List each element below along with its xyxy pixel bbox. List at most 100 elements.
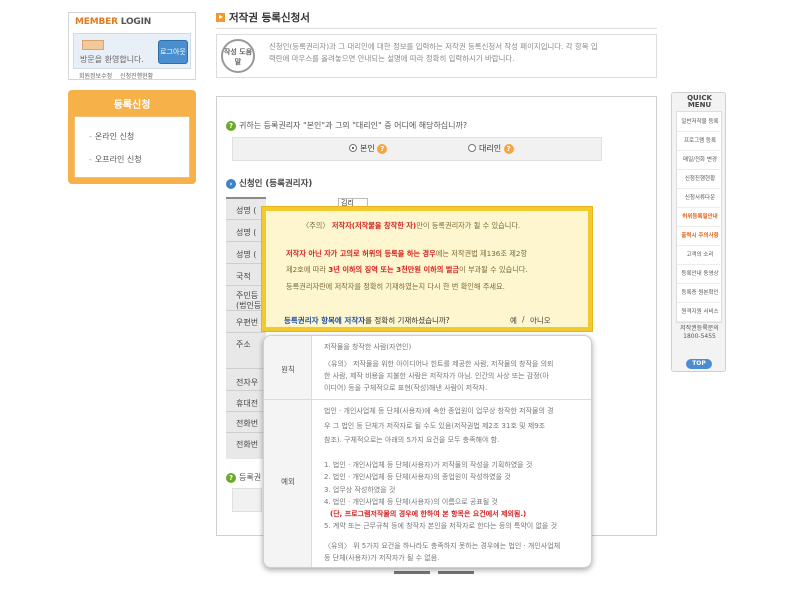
intro-box: 작성 도움말 신청인(등록권리자)과 그 대리인에 대한 정보를 입력하는 저작… <box>216 34 657 78</box>
yes-no-separator: / <box>522 315 525 324</box>
logout-button[interactable]: 로그아웃 <box>158 40 188 64</box>
row-divider <box>226 285 266 286</box>
edit-member-info-link[interactable]: 회원정보수정 <box>79 73 112 80</box>
online-apply-link[interactable]: - 온라인 신청 <box>89 131 134 142</box>
radio-agent[interactable]: 대리인 ? <box>468 143 517 154</box>
member-links: 회원정보수정 신청진행현황 <box>79 71 159 80</box>
form-label-column: 성명 ( 성명 ( 성명 ( 국적 주민등 (법인등 우편번 주소 전자우 휴대… <box>226 197 266 459</box>
apply-menu: 등록신청 - 온라인 신청 - 오프라인 신청 <box>68 90 196 184</box>
registrant-choice-bar <box>232 488 262 512</box>
label-nationality: 국적 <box>236 272 251 281</box>
title-arrow-icon <box>216 13 225 22</box>
question-icon: ? <box>226 121 236 131</box>
author-info-popup: 원칙 예외 저작물을 창작한 사람(자연인) 〈유의〉 저작물을 위한 아이디어… <box>263 335 592 568</box>
exception-line: 5. 계약 또는 근무규칙 등에 창작자 본인을 저작자로 한다는 등의 특약이… <box>324 522 558 530</box>
quick-item-guide-video[interactable]: 등록안내 동영상 <box>677 264 723 284</box>
label-address: 주소 <box>236 340 251 349</box>
info-head-principle: 원칙 <box>281 365 295 374</box>
label-mobile: 휴대전 <box>236 399 259 408</box>
label-name-3: 성명 ( <box>236 250 257 259</box>
warning-question: 등록권리자 항목에 저작자를 정확히 기재하셨습니까? <box>284 316 450 325</box>
apply-menu-title: 등록신청 <box>113 100 151 111</box>
row-divider <box>226 219 266 220</box>
member-avatar-icon <box>82 40 104 50</box>
exception-line: 1. 법인 · 개인사업체 등 단체(사용자)가 저작물의 작성을 기획하였을 … <box>324 461 533 469</box>
warning-line-3: 제2호에 따라 3년 이하의 징역 또는 3천만원 이하의 벌금이 부과될 수 … <box>286 265 528 274</box>
quick-item-contact-change[interactable]: 매일/전화 변경 <box>677 150 723 170</box>
applicant-type-question: ? 귀하는 등록권리자 "본인"과 그의 "대리인" 중 어디에 해당하십니까? <box>226 120 467 131</box>
question-icon: ? <box>226 473 236 483</box>
section-arrow-icon: › <box>226 179 236 189</box>
exception-line: 참조). 구체적으로는 아래의 5가지 요건을 모두 충족해야 함. <box>324 436 500 444</box>
registrant-question: ? 등록권 <box>226 472 261 483</box>
exception-line: 우 그 법인 등 단체가 저작자로 될 수도 있음(저작권법 제2조 31호 및… <box>324 422 546 430</box>
top-button[interactable]: TOP <box>686 359 712 369</box>
prev-button[interactable] <box>394 571 430 574</box>
quick-menu-title: QUICK MENU <box>687 94 712 109</box>
principle-line: 한 사람, 제작 비용을 지불한 사람은 저작자가 아님. 인간의 사상 또는 … <box>324 372 549 380</box>
yes-button[interactable]: 예 <box>510 315 517 326</box>
quick-item-customer-voice[interactable]: 고객의 소리 <box>677 245 723 265</box>
principle-line: 이디어) 등을 구체적으로 표현(작성)해낸 사람이 저작자. <box>324 384 488 392</box>
radio-selected-icon <box>349 144 357 152</box>
exception-line: 법인 · 개인사업체 등 단체(사용자)에 속한 종업원이 업무상 창작한 저작… <box>324 407 554 415</box>
exception-caution-line: 〈유의〉 위 5가지 요건을 하나라도 충족하지 못하는 경우에는 법인 · 개… <box>324 542 561 550</box>
help-icon[interactable]: ? <box>377 144 388 154</box>
quick-item-status[interactable]: 신청진행현황 <box>677 169 723 189</box>
quick-menu: QUICK MENU 일반저작물 등록 프로그램 등록 매일/전화 변경 신청진행… <box>671 92 726 372</box>
intro-text: 신청인(등록권리자)과 그 대리인에 대한 정보를 입력하는 저작권 등록신청서… <box>269 42 598 63</box>
warning-popup: 〈주의〉 저작자(저작물을 창작한 자)만이 등록권리자가 될 수 있습니다. … <box>262 207 592 331</box>
label-email: 전자우 <box>236 378 259 387</box>
help-icon[interactable]: ? <box>503 144 514 154</box>
row-divider <box>226 368 266 369</box>
member-login-box: MEMBER LOGIN 방문을 환영합니다. 로그아웃 회원정보수정 신청진행… <box>68 12 196 80</box>
quick-item-general-register[interactable]: 일반저작물 등록 <box>677 112 723 132</box>
exception-line: 4. 법인 · 개인사업체 등 단체(사용자)의 이름으로 공표될 것 <box>324 498 498 506</box>
quick-item-forms-download[interactable]: 신청서류다운 <box>677 188 723 208</box>
exception-note-red: (단, 프로그램저작물의 경우에 한하여 본 항목은 요건에서 제외됨.) <box>330 510 527 518</box>
quick-item-remote-support[interactable]: 원격지원 서비스 <box>677 302 723 322</box>
member-login-title: MEMBER LOGIN <box>75 17 152 27</box>
exception-caution-line: 등 단체(사용자)가 저작자가 될 수 없음. <box>324 554 440 562</box>
member-info-panel: 방문을 환영합니다. 로그아웃 <box>73 33 191 69</box>
row-divider <box>226 432 266 433</box>
radio-empty-icon <box>468 144 476 152</box>
apply-menu-list: - 온라인 신청 - 오프라인 신청 <box>74 116 190 178</box>
help-speech-bubble-icon: 작성 도움말 <box>221 39 255 73</box>
label-phone: 전화번 <box>236 419 259 428</box>
quick-menu-list: 일반저작물 등록 프로그램 등록 매일/전화 변경 신청진행현황 신청서류다운 … <box>676 111 723 323</box>
radio-self[interactable]: 본인 ? <box>349 143 390 154</box>
row-divider <box>226 332 266 333</box>
applicant-type-choice: 본인 ? 대리인 ? <box>232 137 602 161</box>
offline-apply-link[interactable]: - 오프라인 신청 <box>89 154 142 165</box>
info-head-exception: 예외 <box>281 477 295 486</box>
label-name: 성명 ( <box>236 206 257 215</box>
label-name-2: 성명 ( <box>236 228 257 237</box>
quick-phone-info: 저작권등록문의 1800-5455 <box>680 325 719 340</box>
exception-line: 3. 업무상 작성하였을 것 <box>324 486 396 494</box>
quick-item-print-caution[interactable]: 출력시 주의사항 <box>677 226 723 246</box>
row-divider <box>226 390 266 391</box>
quick-item-program-register[interactable]: 프로그램 등록 <box>677 131 723 151</box>
info-divider <box>264 399 591 400</box>
next-button[interactable] <box>438 571 474 574</box>
principle-line: 저작물을 창작한 사람(자연인) <box>324 343 412 351</box>
member-welcome-text: 방문을 환영합니다. <box>80 55 144 64</box>
warning-line-2: 저작자 아닌 자가 고의로 허위의 등록을 하는 경우에는 저작권법 제136조… <box>286 249 528 258</box>
no-button[interactable]: 아니오 <box>530 315 551 326</box>
row-divider <box>226 411 266 412</box>
section-title: › 신청인 (등록권리자) <box>226 177 312 189</box>
label-phone-2: 전화번 <box>236 440 259 449</box>
warning-line-4: 등록권리자란에 저작자를 정확히 기재하였는지 다시 한 번 확인해 주세요. <box>286 282 505 291</box>
warning-line-1: 〈주의〉 저작자(저작물을 창작한 자)만이 등록권리자가 될 수 있습니다. <box>302 221 521 230</box>
page-title: 저작권 등록신청서 <box>216 10 310 25</box>
application-status-link[interactable]: 신청진행현황 <box>120 73 153 80</box>
title-divider <box>216 28 657 29</box>
quick-item-certificate-check[interactable]: 등록증 원본확인 <box>677 283 723 303</box>
quick-item-false-register-notice[interactable]: 허위등록필안내 <box>677 207 723 227</box>
label-postal-code: 우편번 <box>236 318 259 327</box>
principle-line: 〈유의〉 저작물을 위한 아이디어나 힌트를 제공한 사람, 저작물의 창작을 … <box>324 360 554 368</box>
row-divider <box>226 263 266 264</box>
row-divider <box>226 310 266 311</box>
exception-line: 2. 법인 · 개인사업체 등 단체(사용자)의 종업원이 작성하였을 것 <box>324 473 511 481</box>
